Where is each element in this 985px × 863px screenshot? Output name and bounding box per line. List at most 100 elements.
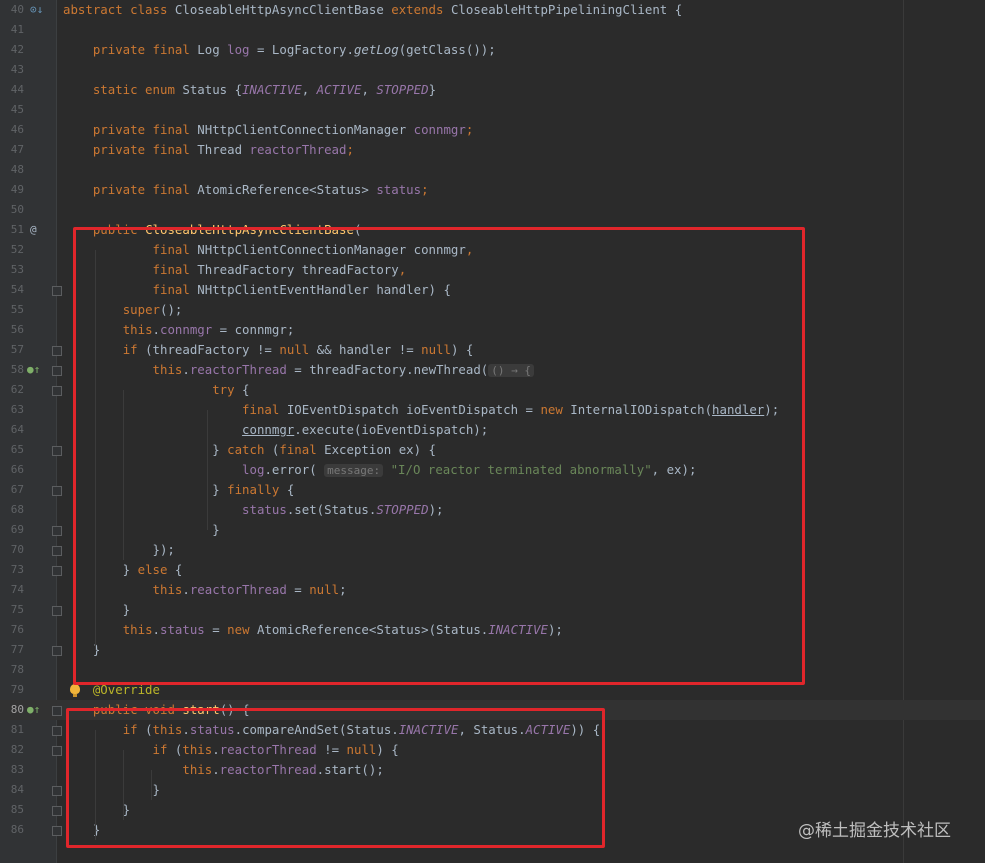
line-number[interactable]: 57 [4, 340, 24, 360]
fold-marker-icon[interactable] [52, 726, 62, 736]
fold-marker-icon[interactable] [52, 446, 62, 456]
code-token: extends [391, 2, 451, 17]
code-text[interactable]: private final AtomicReference<Status> st… [63, 180, 429, 200]
code-line[interactable]: 48 [0, 160, 985, 180]
fold-marker-icon[interactable] [52, 286, 62, 296]
fold-marker-icon[interactable] [52, 346, 62, 356]
line-number[interactable]: 47 [4, 140, 24, 160]
line-number[interactable]: 73 [4, 560, 24, 580]
annotation-marker-icon[interactable]: @ [30, 220, 37, 240]
line-number[interactable]: 84 [4, 780, 24, 800]
code-token: NHttpClientConnectionManager [197, 122, 414, 137]
line-number[interactable]: 40 [4, 0, 24, 20]
watermark: @稀土掘金技术社区 [798, 821, 951, 841]
line-number[interactable]: 82 [4, 740, 24, 760]
code-line[interactable]: 42 private final Log log = LogFactory.ge… [0, 40, 985, 60]
line-number[interactable]: 66 [4, 460, 24, 480]
line-number[interactable]: 56 [4, 320, 24, 340]
fold-marker-icon[interactable] [52, 806, 62, 816]
code-token: Log [197, 42, 228, 57]
code-token: CloseableHttpAsyncClientBase [174, 2, 392, 17]
line-number[interactable]: 63 [4, 400, 24, 420]
line-number[interactable]: 69 [4, 520, 24, 540]
line-number[interactable]: 81 [4, 720, 24, 740]
code-token: Status { [182, 82, 243, 97]
start-method-highlight-box [66, 708, 605, 848]
fold-marker-icon[interactable] [52, 546, 62, 556]
code-token: static enum [92, 82, 183, 97]
line-number[interactable]: 80 [4, 700, 24, 720]
code-token: Thread [197, 142, 250, 157]
code-token: private final [92, 182, 198, 197]
line-number[interactable]: 62 [4, 380, 24, 400]
fold-marker-icon[interactable] [52, 706, 62, 716]
line-number[interactable]: 51 [4, 220, 24, 240]
line-number[interactable]: 67 [4, 480, 24, 500]
code-token: = LogFactory. [249, 42, 354, 57]
code-text[interactable]: abstract class CloseableHttpAsyncClientB… [63, 0, 682, 20]
code-token: log [227, 42, 250, 57]
line-number[interactable]: 42 [4, 40, 24, 60]
code-token: abstract class [63, 2, 175, 17]
code-line[interactable]: 45 [0, 100, 985, 120]
line-number[interactable]: 52 [4, 240, 24, 260]
code-editor[interactable]: 40 ⊙↓ abstract class CloseableHttpAsyncCli… [0, 0, 985, 863]
line-number[interactable]: 70 [4, 540, 24, 560]
code-token: ; [421, 182, 429, 197]
fold-marker-icon[interactable] [52, 386, 62, 396]
line-number[interactable]: 68 [4, 500, 24, 520]
line-number[interactable]: 75 [4, 600, 24, 620]
fold-marker-icon[interactable] [52, 566, 62, 576]
fold-marker-icon[interactable] [52, 606, 62, 616]
line-number[interactable]: 53 [4, 260, 24, 280]
fold-marker-icon[interactable] [52, 746, 62, 756]
line-number[interactable]: 64 [4, 420, 24, 440]
line-number[interactable]: 79 [4, 680, 24, 700]
code-text[interactable]: private final NHttpClientConnectionManag… [63, 120, 473, 140]
fold-marker-icon[interactable] [52, 526, 62, 536]
implements-method-icon[interactable]: ●↑ [27, 700, 40, 720]
code-token: , [361, 82, 377, 97]
line-number[interactable]: 77 [4, 640, 24, 660]
line-number[interactable]: 74 [4, 580, 24, 600]
line-number[interactable]: 43 [4, 60, 24, 80]
code-token: ; [465, 122, 474, 137]
line-number[interactable]: 54 [4, 280, 24, 300]
line-number[interactable]: 65 [4, 440, 24, 460]
code-line[interactable]: 50 [0, 200, 985, 220]
fold-marker-icon[interactable] [52, 486, 62, 496]
code-line[interactable]: 44 static enum Status {INACTIVE, ACTIVE,… [0, 80, 985, 100]
line-number[interactable]: 41 [4, 20, 24, 40]
fold-marker-icon[interactable] [52, 826, 62, 836]
implements-method-icon[interactable]: ●↑ [27, 360, 40, 380]
line-number[interactable]: 44 [4, 80, 24, 100]
fold-marker-icon[interactable] [52, 786, 62, 796]
code-line[interactable]: 49 private final AtomicReference<Status>… [0, 180, 985, 200]
fold-marker-icon[interactable] [52, 646, 62, 656]
code-line[interactable]: 43 [0, 60, 985, 80]
fold-marker-icon[interactable] [52, 366, 62, 376]
line-number[interactable]: 46 [4, 120, 24, 140]
code-token: status [376, 182, 422, 197]
code-line[interactable]: 46 private final NHttpClientConnectionMa… [0, 120, 985, 140]
line-number[interactable]: 78 [4, 660, 24, 680]
line-number[interactable]: 50 [4, 200, 24, 220]
line-number[interactable]: 45 [4, 100, 24, 120]
line-number[interactable]: 86 [4, 820, 24, 840]
code-line[interactable]: 40 ⊙↓ abstract class CloseableHttpAsyncCli… [0, 0, 985, 20]
code-token: } [428, 82, 437, 97]
code-line[interactable]: 41 [0, 20, 985, 40]
line-number[interactable]: 48 [4, 160, 24, 180]
code-line[interactable]: 47 private final Thread reactorThread; [0, 140, 985, 160]
code-text[interactable]: private final Thread reactorThread; [63, 140, 354, 160]
line-number[interactable]: 76 [4, 620, 24, 640]
line-number[interactable]: 58 [4, 360, 24, 380]
code-text[interactable]: static enum Status {INACTIVE, ACTIVE, ST… [63, 80, 436, 100]
overridden-method-icon[interactable]: ⊙↓ [30, 0, 43, 20]
line-number[interactable]: 55 [4, 300, 24, 320]
code-text[interactable]: private final Log log = LogFactory.getLo… [63, 40, 496, 60]
line-number[interactable]: 85 [4, 800, 24, 820]
line-number[interactable]: 49 [4, 180, 24, 200]
line-number[interactable]: 83 [4, 760, 24, 780]
